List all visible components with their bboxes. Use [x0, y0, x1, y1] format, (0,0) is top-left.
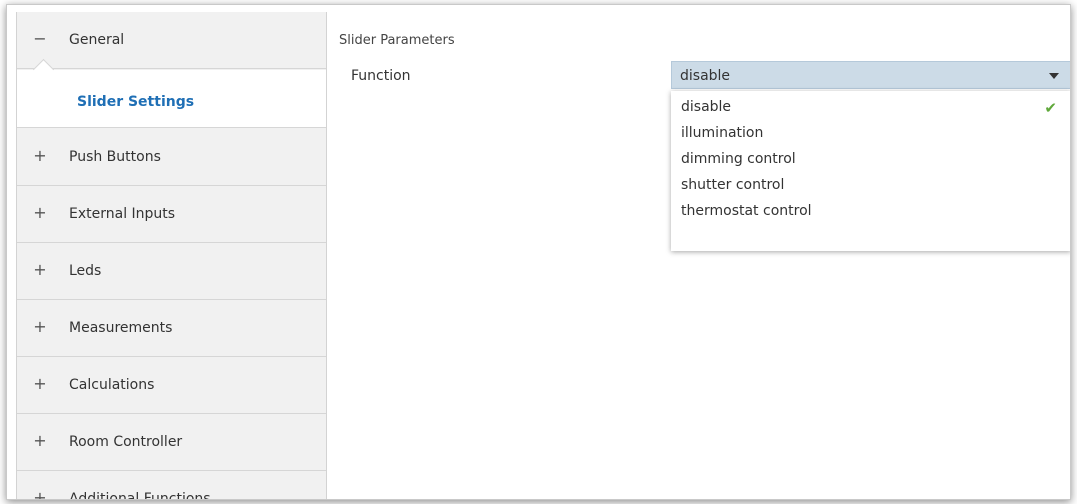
- sidebar-item-additional-functions[interactable]: + Additional Functions: [17, 471, 326, 500]
- collapse-icon[interactable]: −: [33, 30, 47, 48]
- sidebar-item-room-controller[interactable]: + Room Controller: [17, 414, 326, 471]
- sidebar-item-label: Calculations: [69, 377, 155, 393]
- parameter-panel: Slider Parameters Function disable disab…: [327, 5, 1070, 499]
- function-selected-value: disable: [680, 68, 731, 84]
- option-disable[interactable]: disable ✔: [671, 96, 1070, 122]
- expand-icon[interactable]: +: [33, 318, 47, 336]
- option-label: illumination: [681, 125, 764, 141]
- chevron-down-icon[interactable]: [1049, 73, 1059, 79]
- expand-icon[interactable]: +: [33, 147, 47, 165]
- sidebar-item-measurements[interactable]: + Measurements: [17, 300, 326, 357]
- sidebar-item-calculations[interactable]: + Calculations: [17, 357, 326, 414]
- option-label: dimming control: [681, 151, 796, 167]
- section-title: Slider Parameters: [339, 33, 455, 48]
- sidebar-item-label: General: [69, 32, 125, 48]
- sidebar-item-label: Slider Settings: [77, 94, 195, 110]
- sidebar-item-label: Push Buttons: [69, 149, 161, 165]
- expand-icon[interactable]: +: [33, 375, 47, 393]
- expand-icon[interactable]: +: [33, 261, 47, 279]
- function-options-list: disable ✔ illumination dimming control s…: [671, 91, 1070, 251]
- sidebar-item-slider-settings[interactable]: Slider Settings: [17, 58, 326, 128]
- checkmark-icon: ✔: [1044, 99, 1057, 117]
- option-label: disable: [681, 99, 732, 115]
- expand-icon[interactable]: +: [33, 204, 47, 222]
- option-label: shutter control: [681, 177, 785, 193]
- sidebar-item-label: External Inputs: [69, 206, 176, 222]
- expand-icon[interactable]: +: [33, 489, 47, 500]
- sidebar-item-label: Measurements: [69, 320, 173, 336]
- sidebar-item-label: Additional Functions: [69, 491, 211, 500]
- sidebar-item-label: Leds: [69, 263, 102, 279]
- sidebar-item-leds[interactable]: + Leds: [17, 243, 326, 300]
- option-dimming-control[interactable]: dimming control: [671, 148, 1070, 174]
- sidebar: − General Slider Settings + Push Buttons…: [16, 12, 327, 500]
- sidebar-item-label: Room Controller: [69, 434, 183, 450]
- option-label: thermostat control: [681, 203, 812, 219]
- function-label: Function: [351, 68, 411, 84]
- sidebar-item-external-inputs[interactable]: + External Inputs: [17, 186, 326, 243]
- option-thermostat-control[interactable]: thermostat control: [671, 200, 1070, 226]
- sidebar-item-general[interactable]: − General: [17, 12, 326, 69]
- expand-icon[interactable]: +: [33, 432, 47, 450]
- option-shutter-control[interactable]: shutter control: [671, 174, 1070, 200]
- function-dropdown[interactable]: disable: [671, 61, 1070, 89]
- parameters-window: − General Slider Settings + Push Buttons…: [6, 4, 1071, 500]
- sidebar-item-push-buttons[interactable]: + Push Buttons: [17, 129, 326, 186]
- option-illumination[interactable]: illumination: [671, 122, 1070, 148]
